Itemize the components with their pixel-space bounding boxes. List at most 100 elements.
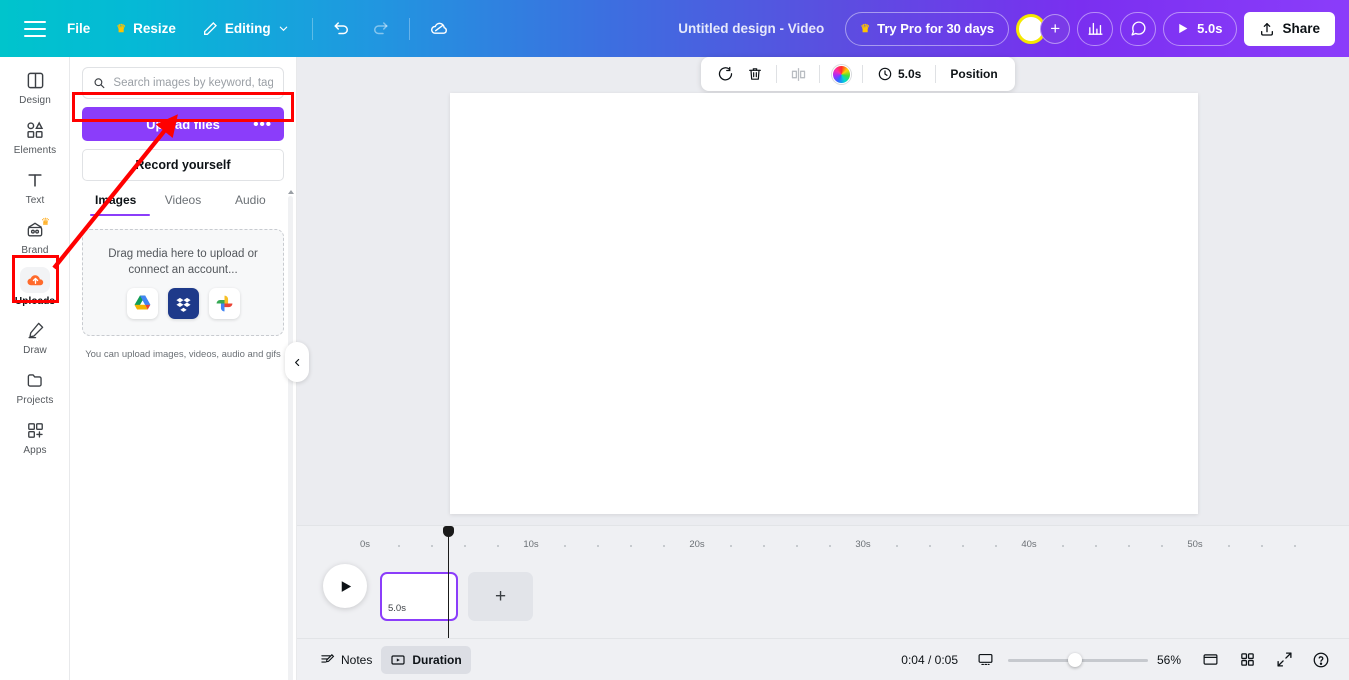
fullscreen-button[interactable] xyxy=(1270,646,1298,674)
ruler-tick-label: 50s xyxy=(1187,539,1203,550)
file-menu-button[interactable]: File xyxy=(56,13,101,45)
resize-button[interactable]: ♛ Resize xyxy=(105,13,187,45)
ruler-tick-label: 0s xyxy=(359,539,371,550)
file-label: File xyxy=(67,21,91,36)
undo-icon xyxy=(334,21,348,34)
delete-button[interactable] xyxy=(741,61,769,87)
ruler-tick-label: 30s xyxy=(855,539,871,550)
bottom-bar: Notes Duration 0:04 / 0:05 56% xyxy=(297,638,1349,680)
tab-audio[interactable]: Audio xyxy=(217,193,284,216)
timeline-ruler[interactable]: 0s 10s 20s 30s 40s 50s xyxy=(297,526,1349,558)
flip-icon xyxy=(791,67,805,81)
tab-images[interactable]: Images xyxy=(82,193,149,216)
try-pro-button[interactable]: ♛ Try Pro for 30 days xyxy=(845,11,1010,46)
timeline-play-button[interactable] xyxy=(323,564,367,608)
collapse-panel-button[interactable] xyxy=(285,342,309,382)
notes-button[interactable]: Notes xyxy=(311,646,381,674)
position-button[interactable]: Position xyxy=(943,61,1004,87)
tab-label: Images xyxy=(94,193,137,207)
duration-label: Duration xyxy=(412,652,462,667)
record-yourself-button[interactable]: Record yourself xyxy=(82,149,284,181)
preview-duration-label: 5.0s xyxy=(1197,21,1223,36)
playhead-handle[interactable] xyxy=(443,526,454,537)
divider xyxy=(935,65,937,83)
document-title[interactable]: Untitled design - Video xyxy=(668,15,834,42)
duration-frame-icon xyxy=(391,654,405,665)
google-drive-button[interactable] xyxy=(126,288,158,319)
sidebar-item-design[interactable]: Design xyxy=(0,62,70,112)
text-t-icon xyxy=(22,168,48,192)
divider xyxy=(819,65,820,83)
sidebar-item-text[interactable]: Text xyxy=(0,162,70,212)
dropbox-icon xyxy=(175,297,191,312)
sidebar-item-label: Brand xyxy=(21,245,49,256)
sidebar-item-draw[interactable]: Draw xyxy=(0,312,70,362)
redo-button[interactable] xyxy=(363,12,397,46)
hamburger-icon xyxy=(24,20,46,37)
sidebar-item-uploads[interactable]: Uploads xyxy=(0,262,70,312)
sidebar-item-brand[interactable]: ♛ Brand xyxy=(0,212,70,262)
divider xyxy=(311,17,313,40)
timeline-clip[interactable]: 5.0s xyxy=(380,572,458,621)
elements-shapes-icon xyxy=(22,118,48,142)
uploads-cloud-icon xyxy=(20,267,50,293)
flip-button[interactable] xyxy=(784,61,812,87)
sidebar-item-elements[interactable]: Elements xyxy=(0,112,70,162)
canvas-page[interactable] xyxy=(450,93,1198,514)
ruler-tick-label: 40s xyxy=(1021,539,1037,550)
sidebar-item-projects[interactable]: Projects xyxy=(0,362,70,412)
chevron-down-icon xyxy=(279,26,287,32)
color-button[interactable] xyxy=(827,61,855,87)
page-view-button[interactable] xyxy=(1196,646,1224,674)
search-input[interactable] xyxy=(113,77,273,89)
preview-play-button[interactable]: 5.0s xyxy=(1163,11,1238,46)
upload-files-label: Upload files xyxy=(146,116,220,132)
sidebar-item-apps[interactable]: Apps xyxy=(0,412,70,462)
sidebar-item-label: Elements xyxy=(13,145,57,156)
zoom-slider[interactable] xyxy=(1008,652,1148,668)
grid-view-button[interactable] xyxy=(1233,646,1261,674)
media-dropzone[interactable]: Drag media here to upload or connect an … xyxy=(82,229,284,336)
share-button[interactable]: Share xyxy=(1244,11,1335,46)
page-view-icon xyxy=(1203,654,1217,665)
duration-toggle-button[interactable]: Duration xyxy=(381,645,471,674)
hamburger-menu-button[interactable] xyxy=(18,12,52,46)
resize-label: Resize xyxy=(133,21,176,36)
search-box[interactable] xyxy=(82,67,284,99)
add-page-button[interactable]: + xyxy=(468,572,533,621)
notes-pencil-icon xyxy=(321,654,335,663)
animate-icon xyxy=(718,66,732,80)
duration-button[interactable]: 5.0s xyxy=(870,61,928,87)
scrollbar-track[interactable] xyxy=(288,196,293,680)
play-triangle-icon xyxy=(1179,23,1188,34)
playhead[interactable] xyxy=(443,526,454,639)
timeline: 0s 10s 20s 30s 40s 50s 5.0s + xyxy=(297,525,1349,639)
zoom-percent-label: 56% xyxy=(1157,652,1182,667)
tab-videos[interactable]: Videos xyxy=(149,193,216,216)
comment-bubble-icon xyxy=(1131,21,1146,36)
editing-mode-button[interactable]: Editing xyxy=(191,13,300,45)
redo-icon xyxy=(373,21,388,34)
zoom-slider-handle[interactable] xyxy=(1068,652,1082,667)
play-triangle-icon xyxy=(341,580,351,592)
cloud-sync-button[interactable] xyxy=(422,12,456,46)
animate-button[interactable] xyxy=(711,61,739,87)
help-button[interactable] xyxy=(1307,646,1335,674)
comments-button[interactable] xyxy=(1120,11,1157,46)
dropbox-button[interactable] xyxy=(167,288,199,319)
media-type-tabs: Images Videos Audio xyxy=(82,193,284,216)
tab-label: Videos xyxy=(164,193,202,207)
apps-grid-icon xyxy=(22,418,48,442)
undo-button[interactable] xyxy=(325,12,359,46)
scroll-up-button[interactable] xyxy=(286,187,295,196)
panel-scrollbar[interactable] xyxy=(286,187,295,680)
color-wheel-icon xyxy=(831,64,851,84)
design-layout-icon xyxy=(22,68,48,92)
upload-more-options-button[interactable]: ••• xyxy=(253,117,272,132)
upload-files-button[interactable]: Upload files ••• xyxy=(82,107,284,141)
fit-screen-button[interactable] xyxy=(971,646,999,674)
insights-button[interactable] xyxy=(1077,11,1114,46)
divider xyxy=(862,65,863,83)
google-photos-button[interactable] xyxy=(208,288,240,319)
add-collaborator-button[interactable]: + xyxy=(1040,13,1071,44)
